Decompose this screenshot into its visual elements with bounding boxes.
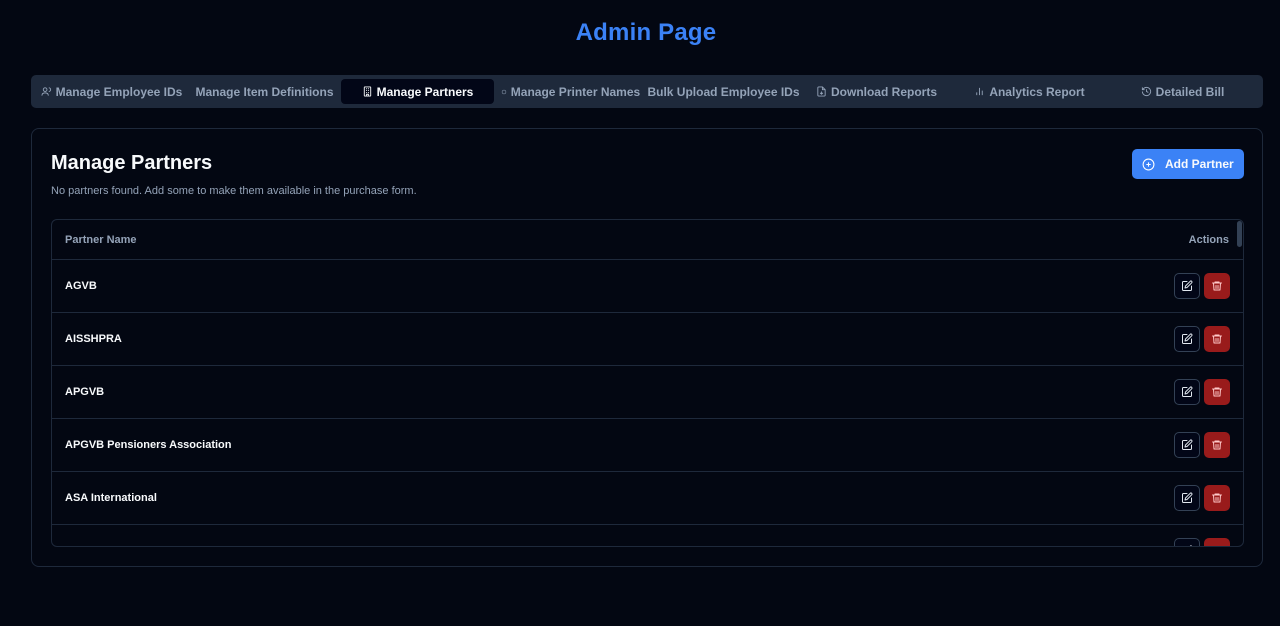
section-subtitle: No partners found. Add some to make them…	[51, 185, 417, 197]
row-actions	[1174, 379, 1230, 405]
row-actions	[1174, 432, 1230, 458]
tab-download-reports[interactable]: Download Reports	[800, 79, 953, 104]
tab-label: Bulk Upload Employee IDs	[647, 84, 800, 99]
delete-button[interactable]	[1204, 538, 1230, 547]
users-icon	[41, 87, 51, 96]
tab-manage-printer-names[interactable]: Manage Printer Names	[494, 79, 647, 104]
trash-icon	[1212, 387, 1222, 397]
tab-detailed-bill[interactable]: Detailed Bill	[1106, 79, 1259, 104]
edit-icon	[1182, 280, 1193, 291]
edit-icon	[1182, 386, 1193, 397]
column-header-partner-name: Partner Name	[65, 233, 137, 246]
add-partner-button[interactable]: Add Partner	[1132, 149, 1244, 179]
edit-icon	[1189, 545, 1193, 546]
edit-icon	[1182, 492, 1193, 503]
partner-name: ASA International	[65, 492, 157, 504]
tab-label: Detailed Bill	[1155, 84, 1225, 99]
admin-tabs: Manage Employee IDs Manage Item Definiti…	[31, 75, 1263, 108]
edit-button[interactable]	[1174, 538, 1200, 546]
partner-name: AGVB	[65, 280, 97, 292]
tab-analytics-report[interactable]: Analytics Report	[953, 79, 1106, 104]
add-partner-label: Add Partner	[1165, 157, 1234, 171]
tab-bulk-upload-employee-ids[interactable]: Bulk Upload Employee IDs	[647, 79, 800, 104]
row-actions	[1174, 273, 1230, 299]
tab-label: Manage Employee IDs	[55, 84, 183, 99]
building-icon	[363, 86, 371, 97]
delete-button[interactable]	[1204, 326, 1230, 352]
table-scrollbar[interactable]	[1237, 221, 1242, 247]
tab-label: Manage Partners	[376, 84, 474, 99]
delete-button[interactable]	[1204, 379, 1230, 405]
row-actions	[1174, 485, 1230, 511]
history-icon	[1141, 86, 1151, 97]
edit-button[interactable]	[1174, 326, 1200, 352]
table-row: ASA International	[52, 472, 1243, 525]
tab-manage-partners[interactable]: Manage Partners	[341, 79, 494, 104]
edit-icon	[1182, 439, 1193, 450]
partner-name: AISSHPRA	[65, 333, 122, 345]
tab-manage-item-definitions[interactable]: Manage Item Definitions	[188, 79, 341, 104]
tab-label: Manage Printer Names	[510, 84, 641, 99]
page-title: Admin Page	[575, 19, 717, 46]
row-actions	[1174, 538, 1230, 547]
table-row: AGVB	[52, 260, 1243, 313]
table-header: Partner Name Actions	[52, 220, 1243, 260]
dot-icon	[501, 89, 507, 94]
row-actions	[1174, 326, 1230, 352]
partner-name: APGVB Pensioners Association	[65, 439, 232, 451]
tab-label: Manage Item Definitions	[195, 84, 334, 99]
trash-icon	[1212, 440, 1222, 450]
edit-button[interactable]	[1174, 273, 1200, 299]
edit-button[interactable]	[1174, 379, 1200, 405]
table-row	[52, 525, 1243, 547]
bar-chart-icon	[976, 87, 984, 96]
trash-icon	[1212, 493, 1222, 503]
table-row: APGVB	[52, 366, 1243, 419]
partners-table: Partner Name Actions AGVB AISSHPRA APGVB AP…	[51, 219, 1244, 547]
delete-button[interactable]	[1204, 273, 1230, 299]
tab-label: Download Reports	[830, 84, 937, 99]
file-download-icon	[817, 86, 826, 97]
column-header-actions: Actions	[1188, 233, 1229, 246]
section-title: Manage Partners	[51, 152, 213, 174]
trash-icon	[1212, 334, 1222, 344]
table-row: APGVB Pensioners Association	[52, 419, 1243, 472]
trash-icon	[1211, 545, 1223, 547]
edit-button[interactable]	[1174, 432, 1200, 458]
partners-card: Manage Partners No partners found. Add s…	[31, 128, 1263, 567]
plus-circle-icon	[1142, 158, 1155, 170]
tab-manage-employee-ids[interactable]: Manage Employee IDs	[35, 79, 188, 104]
trash-icon	[1212, 281, 1222, 291]
delete-button[interactable]	[1204, 485, 1230, 511]
table-row: AISSHPRA	[52, 313, 1243, 366]
edit-icon	[1182, 333, 1193, 344]
delete-button[interactable]	[1204, 432, 1230, 458]
edit-button[interactable]	[1174, 485, 1200, 511]
partner-name: APGVB	[65, 386, 105, 398]
tab-label: Analytics Report	[989, 84, 1085, 99]
